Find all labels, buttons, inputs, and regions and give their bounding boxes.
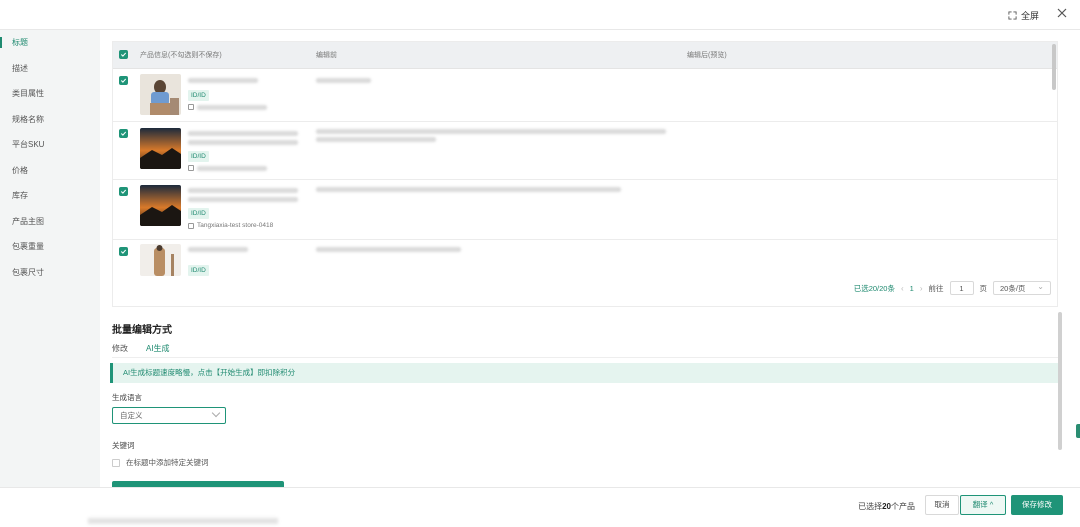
table-row: ID/ID <box>113 240 1057 280</box>
check-icon <box>120 249 127 254</box>
sidebar-item-main-image[interactable]: 产品主图 <box>0 209 100 235</box>
sidebar-item-description[interactable]: 描述 <box>0 56 100 82</box>
batch-edit-title: 批量编辑方式 <box>112 325 172 336</box>
store-info <box>188 165 267 171</box>
sidebar-item-label: 包裹重量 <box>12 242 44 251</box>
selected-number: 20 <box>882 502 891 511</box>
table-scrollbar[interactable] <box>1052 44 1056 90</box>
check-icon <box>120 78 127 83</box>
language-label: 生成语言 <box>112 393 142 402</box>
store-info <box>188 104 267 110</box>
row-checkbox[interactable] <box>119 76 128 85</box>
sidebar-item-label: 价格 <box>12 165 28 175</box>
sidebar-item-title[interactable]: 标题 <box>0 30 100 56</box>
expand-icon <box>1008 11 1017 20</box>
backdrop-side-tab <box>1076 424 1080 438</box>
pagination: 已选20/20条 ‹ 1 › 前往 1 页 20条/页 <box>853 280 1051 295</box>
cancel-button[interactable]: 取消 <box>925 495 959 515</box>
product-thumbnail <box>140 244 181 276</box>
table-row: ID/ID <box>113 69 1057 122</box>
product-table: 产品信息(不勾选则不保存) 编辑前 编辑后(预览) ID/ID ID/ID ID… <box>112 41 1058 307</box>
backdrop-blurred-text <box>88 518 278 524</box>
batch-edit-tabs: 修改 AI生成 <box>112 343 170 358</box>
sidebar-item-price[interactable]: 价格 <box>0 158 100 184</box>
store-icon <box>188 165 194 171</box>
column-header-after: 编辑后(预览) <box>687 52 727 59</box>
sidebar-item-label: 包裹尺寸 <box>12 267 44 277</box>
column-header-before: 编辑前 <box>316 52 337 59</box>
sidebar-item-label: 产品主图 <box>12 216 44 226</box>
next-page-icon[interactable]: › <box>920 284 923 293</box>
sidebar-item-label: 规格名称 <box>12 114 44 124</box>
content-scrollbar[interactable] <box>1058 312 1062 450</box>
language-select[interactable]: 自定义 <box>112 407 226 424</box>
table-header: 产品信息(不勾选则不保存) 编辑前 编辑后(预览) <box>113 42 1057 69</box>
goto-page-input[interactable]: 1 <box>949 281 974 295</box>
store-icon <box>188 104 194 110</box>
ai-notice: AI生成标题速度略慢，点击【开始生成】即扣除积分 <box>110 363 1060 383</box>
keyword-checkbox-label: 在标题中添加特定关键词 <box>126 458 209 467</box>
sidebar-item-stock[interactable]: 库存 <box>0 183 100 209</box>
sidebar-item-package-weight[interactable]: 包裹重量 <box>0 234 100 260</box>
footer-selected-count: 已选择20个产品 <box>858 501 915 512</box>
fullscreen-label: 全屏 <box>1020 11 1039 21</box>
table-row: ID/ID Tangxiaxia-test store-0418 <box>113 180 1057 240</box>
prev-page-icon[interactable]: ‹ <box>901 284 904 293</box>
sidebar-item-label: 类目属性 <box>12 89 44 98</box>
page-number[interactable]: 1 <box>910 284 914 293</box>
sidebar-item-label: 平台SKU <box>12 140 45 149</box>
language-value: 自定义 <box>120 411 143 420</box>
tab-ai-generate[interactable]: AI生成 <box>146 343 170 358</box>
product-thumbnail <box>140 128 181 169</box>
selected-count: 已选20/20条 <box>853 283 895 293</box>
tabs-divider <box>112 357 1058 358</box>
modal-header: 全屏 <box>0 0 1080 30</box>
product-thumbnail <box>140 185 181 226</box>
keyword-checkbox[interactable] <box>112 458 120 467</box>
edit-modal: 全屏 标题 描述 类目属性 规格名称 平台SKU 价格 库存 产品主图 包裹重量… <box>0 0 1080 527</box>
sidebar-item-category-attributes[interactable]: 类目属性 <box>0 81 100 107</box>
product-id-tag: ID/ID <box>188 90 209 101</box>
main-content: 产品信息(不勾选则不保存) 编辑前 编辑后(预览) ID/ID ID/ID ID… <box>100 30 1080 489</box>
keyword-option[interactable]: 在标题中添加特定关键词 <box>112 457 209 468</box>
chevron-down-icon <box>211 408 221 418</box>
product-thumbnail <box>140 74 181 115</box>
fullscreen-button[interactable]: 全屏 <box>1008 9 1039 22</box>
sidebar-item-label: 库存 <box>12 191 28 200</box>
goto-label: 前往 <box>928 283 944 293</box>
keyword-label: 关键词 <box>112 441 135 450</box>
check-icon <box>120 52 127 57</box>
table-row: ID/ID <box>113 122 1057 180</box>
sidebar-item-platform-sku[interactable]: 平台SKU <box>0 132 100 158</box>
selected-prefix: 已选择 <box>858 502 883 511</box>
sidebar-item-label: 标题 <box>12 38 28 47</box>
column-header-product-info: 产品信息(不勾选则不保存) <box>140 52 222 59</box>
row-checkbox[interactable] <box>119 187 128 196</box>
selected-suffix: 个产品 <box>891 502 915 511</box>
save-changes-button[interactable]: 保存修改 <box>1011 495 1063 515</box>
store-name: Tangxiaxia-test store-0418 <box>197 222 274 229</box>
row-checkbox[interactable] <box>119 247 128 256</box>
translate-button[interactable]: 翻译 ^ <box>960 495 1006 515</box>
sidebar: 标题 描述 类目属性 规格名称 平台SKU 价格 库存 产品主图 包裹重量 包裹… <box>0 30 100 487</box>
row-checkbox[interactable] <box>119 129 128 138</box>
sidebar-item-package-size[interactable]: 包裹尺寸 <box>0 260 100 286</box>
store-icon <box>188 222 194 229</box>
modal-footer: 已选择20个产品 取消 翻译 ^ 保存修改 <box>0 487 1080 527</box>
product-id-tag: ID/ID <box>188 208 209 219</box>
sidebar-item-spec-name[interactable]: 规格名称 <box>0 107 100 133</box>
select-all-checkbox[interactable] <box>119 50 128 59</box>
sidebar-item-label: 描述 <box>12 63 28 73</box>
check-icon <box>120 131 127 136</box>
check-icon <box>120 189 127 194</box>
store-info: Tangxiaxia-test store-0418 <box>188 222 273 229</box>
page-size-select[interactable]: 20条/页 <box>993 280 1051 295</box>
tab-modify[interactable]: 修改 <box>112 343 128 358</box>
product-id-tag: ID/ID <box>188 151 209 162</box>
product-id-tag: ID/ID <box>188 265 209 276</box>
close-icon[interactable] <box>1056 7 1068 19</box>
page-suffix: 页 <box>979 283 988 293</box>
